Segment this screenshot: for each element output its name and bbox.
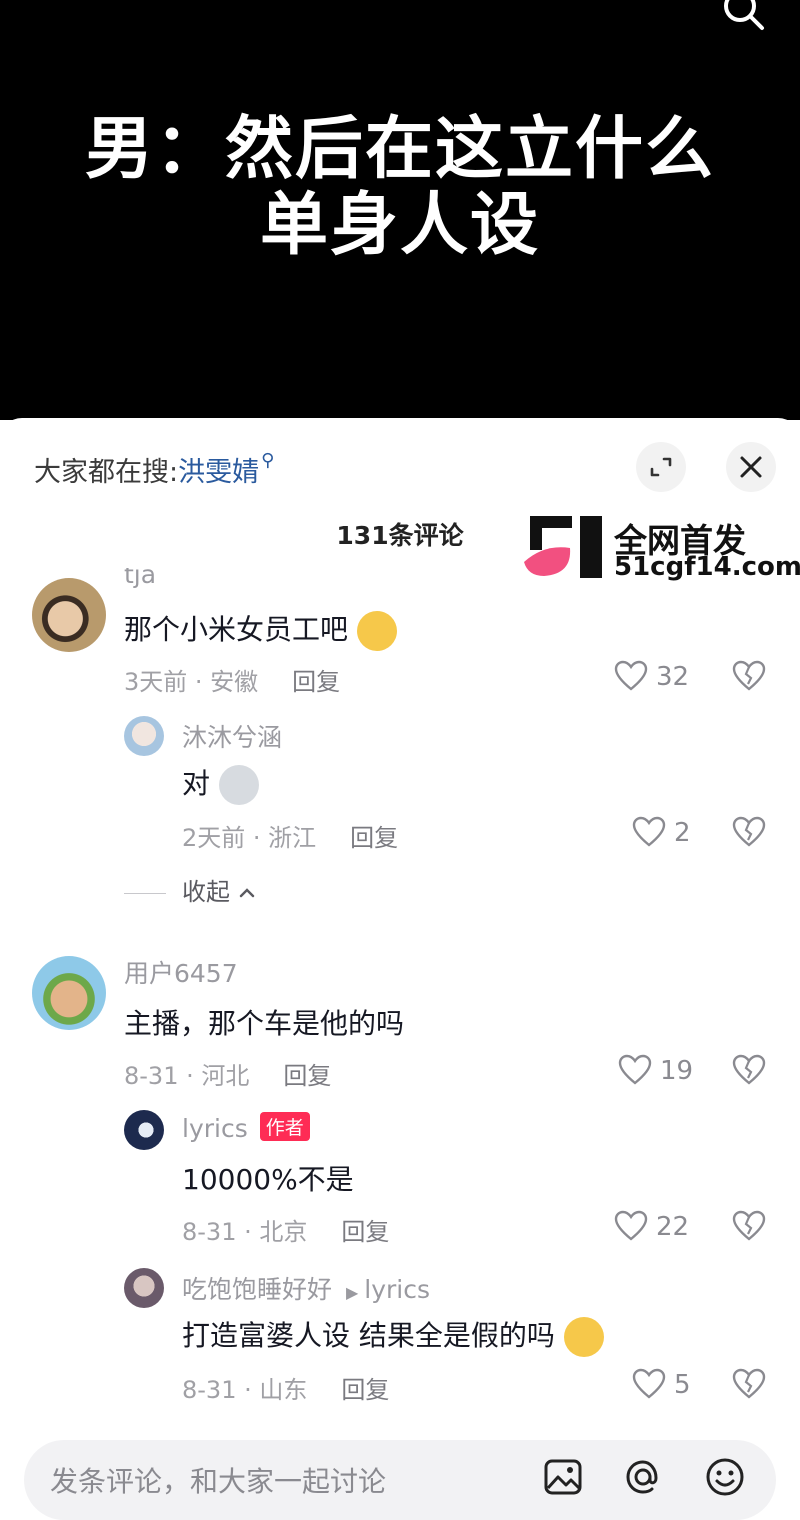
reply-time-location: 8-31 · 山东 (182, 1376, 308, 1404)
emoji-icon[interactable] (704, 1456, 746, 1498)
reply-username[interactable]: lyrics 作者 (182, 1112, 310, 1143)
dislike-button[interactable] (732, 1210, 766, 1244)
close-icon (740, 456, 762, 478)
image-icon[interactable] (542, 1456, 584, 1498)
comment-text: 主播，那个车是他的吗 (124, 1007, 405, 1040)
search-icon[interactable] (718, 0, 766, 34)
video-area[interactable]: 男：然后在这立什么 单身人设 (0, 0, 800, 420)
heart-icon (614, 1210, 648, 1241)
comment-time-location: 3天前 · 安徽 (124, 668, 259, 696)
like-count: 2 (674, 818, 691, 848)
like-count: 22 (656, 1212, 690, 1242)
comment-meta: 8-31 · 河北 回复 (124, 1056, 331, 1091)
reply-username-text: lyrics (182, 1114, 248, 1143)
expand-icon (650, 457, 672, 477)
laughing-crying-emoji-icon (356, 611, 397, 651)
collapse-label: 收起 (182, 878, 230, 906)
reply-button[interactable]: 回复 (341, 1376, 389, 1404)
avatar[interactable] (32, 578, 106, 652)
comment-meta: 3天前 · 安徽 回复 (124, 662, 340, 697)
hot-search-keyword[interactable]: 洪雯婧 (178, 457, 259, 488)
mention-icon[interactable] (622, 1456, 664, 1498)
reply-time-location: 8-31 · 北京 (182, 1218, 308, 1246)
hot-search[interactable]: 大家都在搜:洪雯婧 ⚲ (34, 450, 274, 489)
reply-text: 打造富婆人设 结果全是假的吗 (182, 1314, 604, 1357)
reply-button[interactable]: 回复 (350, 824, 398, 852)
broken-heart-icon (732, 1210, 766, 1241)
broken-heart-icon (732, 1368, 766, 1399)
heart-icon (632, 816, 666, 847)
chevron-up-icon (239, 888, 254, 898)
reply-text: 对 (182, 762, 259, 805)
reply-to-username[interactable]: lyrics (364, 1275, 430, 1304)
reply-text-content: 打造富婆人设 结果全是假的吗 (182, 1319, 555, 1352)
close-button[interactable] (726, 442, 776, 492)
reply-username-text: 吃饱饱睡好好 (182, 1275, 333, 1304)
comment-username[interactable]: 用户6457 (124, 954, 238, 990)
dislike-button[interactable] (732, 1054, 766, 1088)
laughing-crying-emoji-icon (563, 1317, 604, 1357)
like-count: 19 (660, 1056, 694, 1086)
reply-username[interactable]: 沐沐兮涵 (182, 718, 282, 754)
divider (124, 892, 166, 894)
heart-icon (618, 1054, 652, 1085)
reply-button[interactable]: 回复 (341, 1218, 389, 1246)
reply-time-location: 2天前 · 浙江 (182, 824, 317, 852)
comment-text: 那个小米女员工吧 (124, 608, 397, 651)
caption-line-1: 男：然后在这立什么 (84, 110, 715, 189)
reply-button[interactable]: 回复 (292, 668, 340, 696)
expand-button[interactable] (636, 442, 686, 492)
comment-input[interactable]: 发条评论，和大家一起讨论 (50, 1460, 386, 1500)
avatar[interactable] (32, 956, 106, 1030)
comment-text-content: 那个小米女员工吧 (124, 613, 349, 646)
comment-sheet: 大家都在搜:洪雯婧⚲ 131条评论 全网首发 51cgf14.com tja (0, 418, 800, 1494)
heart-icon (614, 660, 648, 691)
heart-icon (632, 1368, 666, 1399)
avatar[interactable] (124, 1268, 164, 1308)
broken-heart-icon (732, 816, 766, 847)
reply-meta: 8-31 · 山东 回复 (182, 1370, 389, 1405)
comment-time-location: 8-31 · 河北 (124, 1062, 250, 1090)
reply-username[interactable]: 吃饱饱睡好好 ▶ lyrics (182, 1270, 430, 1306)
author-badge: 作者 (259, 1112, 310, 1141)
avatar[interactable] (124, 716, 164, 756)
dislike-button[interactable] (732, 660, 766, 694)
comment-list[interactable]: tja 那个小米女员工吧 3天前 · 安徽 回复 32 沐沐兮涵 对 2天前 ·… (0, 568, 800, 1428)
dog-emoji-icon (218, 765, 259, 805)
comment-username[interactable]: tja (124, 568, 156, 589)
avatar[interactable] (124, 1110, 164, 1150)
broken-heart-icon (732, 660, 766, 691)
broken-heart-icon (732, 1054, 766, 1085)
reply-text-content: 对 (182, 767, 211, 800)
comment-input-bar[interactable]: 发条评论，和大家一起讨论 (24, 1440, 776, 1520)
like-count: 32 (656, 662, 690, 692)
reply-text: 10000%不是 (182, 1163, 354, 1196)
small-search-icon: ⚲ (261, 450, 275, 471)
reply-arrow-icon: ▶ (345, 1283, 359, 1302)
dislike-button[interactable] (732, 816, 766, 850)
reply-meta: 2天前 · 浙江 回复 (182, 818, 398, 853)
reply-button[interactable]: 回复 (283, 1062, 331, 1090)
hot-search-prefix: 大家都在搜: (34, 457, 179, 488)
caption-line-2: 单身人设 (259, 186, 540, 265)
like-count: 5 (674, 1370, 691, 1400)
video-caption: 男：然后在这立什么 单身人设 (0, 112, 800, 264)
collapse-replies[interactable]: 收起 (124, 872, 256, 907)
dislike-button[interactable] (732, 1368, 766, 1402)
reply-meta: 8-31 · 北京 回复 (182, 1212, 389, 1247)
